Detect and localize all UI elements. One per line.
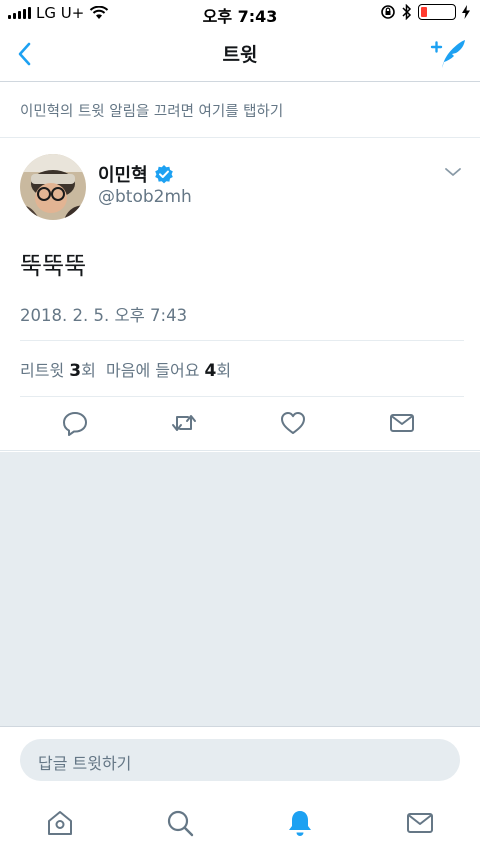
avatar-image [20, 154, 86, 220]
share-envelope-icon[interactable] [388, 409, 416, 437]
retweet-count: 3 [69, 361, 82, 381]
retweet-unit: 회 [81, 361, 96, 380]
battery-icon [418, 4, 456, 20]
retweet-icon[interactable] [170, 409, 198, 437]
reply-bar: 답글 트윗하기 [0, 726, 480, 792]
like-unit: 회 [216, 361, 232, 380]
notifications-bell-icon[interactable] [285, 808, 315, 838]
tweet-stats: 리트윗 3회 마음에 들어요 4회 [20, 357, 231, 381]
navigation-bar: 트윗 [0, 26, 480, 82]
like-stat[interactable]: 마음에 들어요 4회 [106, 361, 232, 381]
charging-icon [462, 5, 470, 19]
tab-bar [0, 792, 480, 854]
empty-replies-area [0, 452, 480, 726]
notification-toggle-hint[interactable]: 이민혁의 트윗 알림을 끄려면 여기를 탭하기 [0, 82, 480, 138]
like-count: 4 [204, 361, 217, 381]
reply-icon[interactable] [61, 409, 89, 437]
search-icon[interactable] [165, 808, 195, 838]
tweet-actions [0, 397, 480, 451]
reply-input[interactable]: 답글 트윗하기 [20, 739, 460, 781]
home-icon[interactable] [45, 808, 75, 838]
verified-badge-icon [154, 165, 173, 184]
avatar[interactable] [20, 154, 86, 220]
retweet-label: 리트윗 [20, 361, 65, 380]
divider [20, 340, 464, 341]
like-heart-icon[interactable] [279, 409, 307, 437]
bluetooth-icon [402, 4, 412, 20]
messages-icon[interactable] [405, 808, 435, 838]
status-bar: LG U+ 오후 7:43 [0, 0, 480, 26]
tweet-timestamp: 2018. 2. 5. 오후 7:43 [20, 306, 188, 325]
chevron-down-icon[interactable] [444, 166, 462, 178]
tweet-text: 뚝뚝뚝 [20, 252, 87, 280]
author-name-row[interactable]: 이민혁 [98, 161, 174, 187]
like-label: 마음에 들어요 [106, 361, 200, 380]
retweet-stat[interactable]: 리트윗 3회 [20, 361, 96, 381]
page-title: 트윗 [222, 44, 258, 66]
compose-feather-icon[interactable] [430, 38, 466, 70]
author-name: 이민혁 [98, 165, 148, 186]
orientation-lock-icon [381, 5, 395, 19]
status-right [380, 4, 470, 20]
author-handle[interactable]: @btob2mh [98, 187, 192, 207]
